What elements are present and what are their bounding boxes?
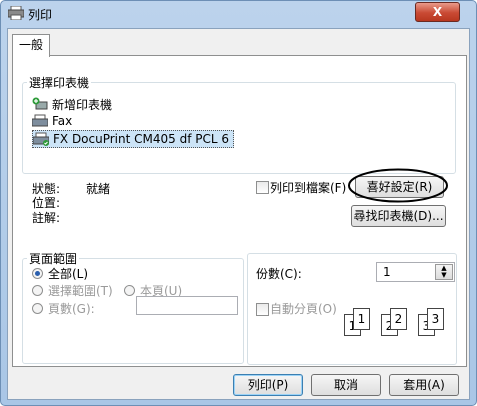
status-value: 就緒 — [86, 182, 111, 196]
page-stack-2-front: 2 — [390, 308, 407, 330]
collate-label: 自動分頁(O) — [270, 302, 337, 316]
collate-illustration: 1 1 2 2 3 3 — [344, 304, 456, 340]
printer-item-label: Fax — [52, 114, 73, 128]
radio-current-page[interactable] — [124, 285, 135, 296]
collate-checkbox[interactable] — [256, 303, 269, 316]
fax-icon — [31, 114, 49, 128]
page-stack-1-front: 1 — [353, 308, 370, 330]
default-printer-icon — [32, 132, 50, 146]
close-button[interactable]: X — [415, 2, 460, 22]
copies-value: 1 — [383, 265, 391, 279]
highlight-ellipse — [348, 168, 448, 203]
radio-all-pages-label: 全部(L) — [48, 267, 89, 281]
print-to-file-label: 列印到檔案(F) — [270, 181, 347, 195]
apply-button[interactable]: 套用(A) — [389, 374, 459, 396]
radio-pages-label: 頁數(G): — [48, 302, 95, 316]
radio-all-pages[interactable] — [32, 268, 43, 279]
printer-icon — [7, 5, 25, 23]
print-button[interactable]: 列印(P) — [233, 374, 303, 396]
copies-label: 份數(C): — [256, 267, 302, 281]
radio-selection[interactable] — [32, 285, 43, 296]
add-printer-icon — [32, 97, 48, 111]
find-printer-button[interactable]: 尋找印表機(D)... — [351, 205, 446, 227]
cancel-button[interactable]: 取消 — [311, 374, 381, 396]
select-printer-label: 選擇印表機 — [27, 74, 92, 91]
printer-item-label: 新增印表機 — [52, 97, 113, 112]
printer-item-add[interactable]: 新增印表機 — [32, 96, 112, 112]
printer-item-label: FX DocuPrint CM405 df PCL 6 — [53, 132, 229, 146]
spinner-arrows-icon[interactable]: ▲ ▼ — [435, 264, 453, 280]
printer-list[interactable]: 新增印表機 Fax FX DocuPrint CM405 df PCL 6 — [31, 96, 456, 156]
window-title: 列印 — [28, 8, 53, 22]
printer-item-fx-docuprint[interactable]: FX DocuPrint CM405 df PCL 6 — [32, 130, 234, 148]
radio-selection-label: 選擇範圍(T) — [48, 284, 113, 298]
print-to-file-checkbox[interactable] — [256, 181, 269, 194]
title-bar: 列印 X — [0, 0, 477, 26]
copies-spinner[interactable]: 1 ▲ ▼ — [376, 262, 455, 282]
tab-general[interactable]: 一般 — [12, 34, 50, 57]
pages-input[interactable] — [136, 296, 238, 315]
comment-label: 註解: — [32, 211, 61, 225]
page-stack-3-front: 3 — [427, 308, 444, 330]
printer-item-fax[interactable]: Fax — [31, 113, 73, 129]
radio-pages[interactable] — [32, 303, 43, 314]
